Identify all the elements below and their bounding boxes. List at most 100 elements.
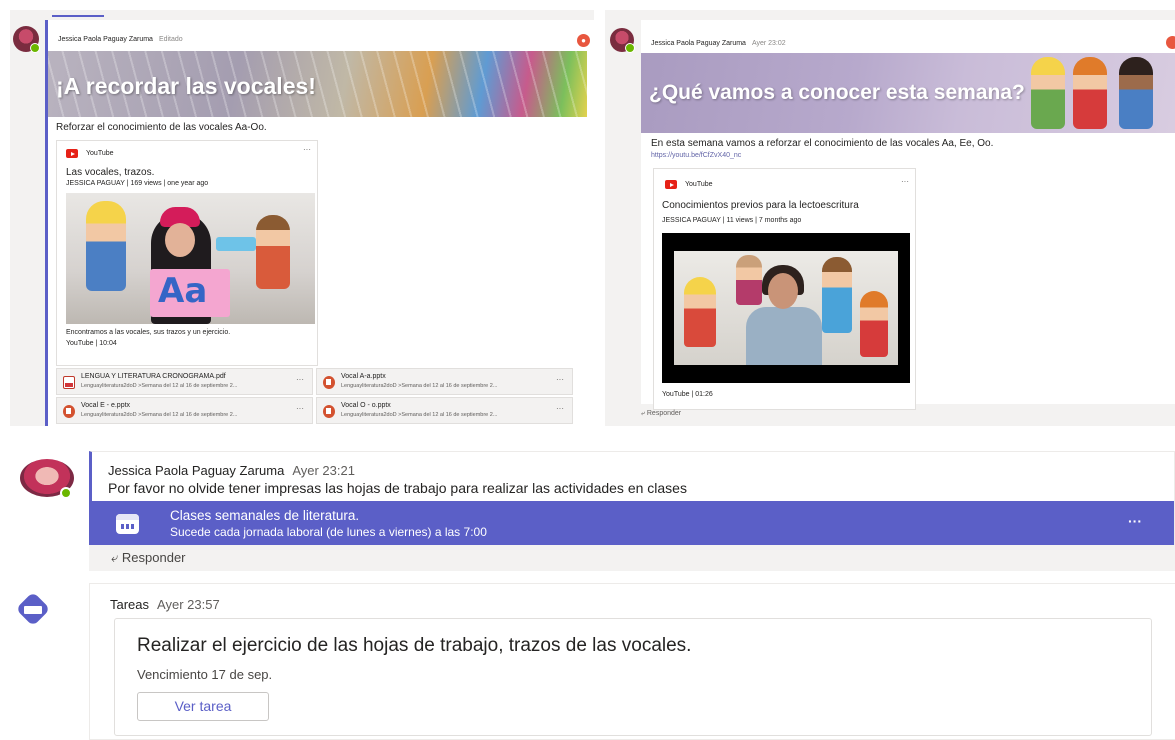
file-path: Lenguayliteratura2doD >Semana del 12 al … — [81, 412, 238, 418]
banner-figure — [1073, 57, 1107, 129]
card-more-button[interactable]: ··· — [901, 177, 909, 186]
author-avatar[interactable] — [610, 28, 635, 53]
post-task: Tareas Ayer 23:57 Realizar el ejercicio d… — [0, 580, 1175, 740]
video-thumbnail[interactable] — [662, 233, 910, 383]
file-name: Vocal E - e.pptx — [81, 402, 131, 409]
reply-bar[interactable]: ⤶ Responder — [89, 545, 1175, 571]
file-name: Vocal O - o.pptx — [341, 402, 391, 409]
file-attachment[interactable]: Vocal A-a.pptx Lenguayliteratura2doD >Se… — [316, 368, 573, 395]
post-card: Jessica Paola Paguay Zaruma Editado ● ¡A … — [45, 20, 594, 426]
powerpoint-icon — [323, 405, 335, 418]
meeting-recurrence: Sucede cada jornada laboral (de lunes a … — [170, 525, 487, 539]
post-event: Jessica Paola Paguay Zaruma Ayer 23:21 Po… — [0, 444, 1175, 572]
post-header: Tareas Ayer 23:57 — [110, 597, 220, 612]
file-more-button[interactable]: ··· — [296, 404, 304, 413]
video-title[interactable]: Conocimientos previos para la lectoescri… — [662, 200, 859, 211]
author-name[interactable]: Jessica Paola Paguay Zaruma — [108, 463, 284, 478]
timestamp: Ayer 23:02 — [751, 40, 786, 47]
assignments-bot-avatar[interactable] — [15, 591, 51, 627]
file-path: Lenguayliteratura2doD >Semana del 12 al … — [341, 383, 498, 389]
meeting-more-button[interactable]: ··· — [1128, 513, 1142, 529]
banner-title: ¡A recordar las vocales! — [56, 73, 316, 99]
post-semana: Jessica Paola Paguay Zaruma Ayer 23:02 ¿Q… — [605, 10, 1175, 426]
timestamp: Ayer 23:57 — [157, 597, 220, 612]
video-title[interactable]: Las vocales, trazos. — [66, 167, 154, 178]
reply-label: Responder — [646, 410, 682, 417]
announcement-banner: ¡A recordar las vocales! — [48, 51, 587, 117]
file-more-button[interactable]: ··· — [556, 404, 564, 413]
youtube-card[interactable]: YouTube ··· Las vocales, trazos. JESSICA… — [56, 140, 318, 366]
author-avatar[interactable] — [20, 459, 74, 499]
file-path: Lenguayliteratura2doD >Semana del 12 al … — [341, 412, 498, 418]
banner-figure — [1119, 57, 1153, 129]
video-byline: JESSICA PAGUAY | 11 views | 7 months ago — [662, 217, 802, 224]
powerpoint-icon — [323, 376, 335, 389]
video-thumbnail[interactable]: Aa — [66, 193, 315, 324]
post-vocales: Jessica Paola Paguay Zaruma Editado ● ¡A … — [10, 10, 594, 426]
file-name: Vocal A-a.pptx — [341, 373, 386, 380]
reply-label: Responder — [121, 550, 186, 565]
video-byline: JESSICA PAGUAY | 169 views | one year ag… — [66, 180, 209, 187]
post-subject: En esta semana vamos a reforzar el conoc… — [651, 138, 994, 149]
reply-icon: ⤶ — [111, 550, 119, 565]
file-attachment[interactable]: LENGUA Y LITERATURA CRONOGRAMA.pdf Lengu… — [56, 368, 313, 395]
author-avatar[interactable] — [13, 26, 40, 53]
announcement-banner: ¿Qué vamos a conocer esta semana? — [641, 53, 1175, 133]
edited-label: Editado — [158, 36, 183, 43]
thumbnail-figure — [86, 201, 126, 291]
post-header: Jessica Paola Paguay Zaruma Editado — [58, 36, 183, 43]
reaction-icon[interactable]: ● — [577, 34, 590, 47]
meeting-card[interactable]: Clases semanales de literatura. Sucede c… — [92, 501, 1174, 545]
thumbnail-label — [216, 237, 256, 251]
thumbnail-figure — [256, 215, 290, 289]
reply-button[interactable]: ⤶ Responder — [111, 550, 186, 566]
thumbnail-sign-text: Aa — [158, 271, 208, 311]
banner-title: ¿Qué vamos a conocer esta semana? — [649, 81, 1025, 104]
pdf-icon — [63, 376, 75, 389]
file-more-button[interactable]: ··· — [296, 375, 304, 384]
assignment-title: Realizar el ejercicio de las hojas de tr… — [137, 635, 692, 656]
card-more-button[interactable]: ··· — [303, 145, 311, 154]
timestamp: Ayer 23:21 — [292, 463, 355, 478]
thumbnail-face — [768, 273, 798, 309]
active-indicator — [52, 15, 104, 17]
author-name[interactable]: Jessica Paola Paguay Zaruma — [651, 40, 746, 47]
powerpoint-icon — [63, 405, 75, 418]
video-link[interactable]: https://youtu.be/fCfZvX40_nc — [651, 152, 741, 159]
youtube-card[interactable]: YouTube ··· Conocimientos previos para l… — [653, 168, 916, 410]
thumbnail-scene — [674, 251, 898, 365]
presence-icon — [60, 487, 72, 499]
youtube-icon — [66, 149, 78, 158]
banner-figure — [1031, 57, 1065, 129]
reply-button[interactable]: ⤶ Responder — [641, 410, 681, 418]
post-header: Jessica Paola Paguay Zaruma Ayer 23:02 — [651, 40, 786, 47]
author-name[interactable]: Jessica Paola Paguay Zaruma — [58, 36, 153, 43]
file-attachment[interactable]: Vocal O - o.pptx Lenguayliteratura2doD >… — [316, 397, 573, 424]
meeting-title: Clases semanales de literatura. — [170, 508, 360, 523]
post-subject: Reforzar el conocimiento de las vocales … — [56, 122, 267, 133]
post-header: Jessica Paola Paguay Zaruma Ayer 23:21 — [108, 463, 355, 478]
assignment-due-date: Vencimiento 17 de sep. — [137, 667, 273, 682]
thumbnail-figure — [684, 277, 716, 347]
reaction-icon[interactable] — [1166, 36, 1175, 49]
thumbnail-face — [165, 223, 195, 257]
thumbnail-person — [746, 307, 822, 365]
author-name[interactable]: Tareas — [110, 597, 149, 612]
file-attachment[interactable]: Vocal E - e.pptx Lenguayliteratura2doD >… — [56, 397, 313, 424]
view-assignment-button[interactable]: Ver tarea — [137, 692, 269, 721]
post-card: Jessica Paola Paguay Zaruma Ayer 23:02 ¿Q… — [641, 20, 1175, 410]
file-more-button[interactable]: ··· — [556, 375, 564, 384]
thumbnail-figure — [860, 291, 888, 357]
video-footer: YouTube | 10:04 — [66, 340, 117, 347]
assignment-card: Realizar el ejercicio de las hojas de tr… — [114, 618, 1152, 736]
calendar-icon — [116, 514, 139, 534]
post-message: Por favor no olvide tener impresas las h… — [108, 480, 687, 496]
youtube-icon — [665, 180, 677, 189]
assignments-tray-icon — [24, 606, 42, 614]
file-path: Lenguayliteratura2doD >Semana del 12 al … — [81, 383, 238, 389]
reply-icon: ⤶ — [641, 410, 645, 417]
video-footer: YouTube | 01:26 — [662, 391, 713, 398]
thumbnail-figure — [822, 257, 852, 333]
video-description: Encontramos a las vocales, sus trazos y … — [66, 329, 231, 336]
file-name: LENGUA Y LITERATURA CRONOGRAMA.pdf — [81, 373, 226, 380]
